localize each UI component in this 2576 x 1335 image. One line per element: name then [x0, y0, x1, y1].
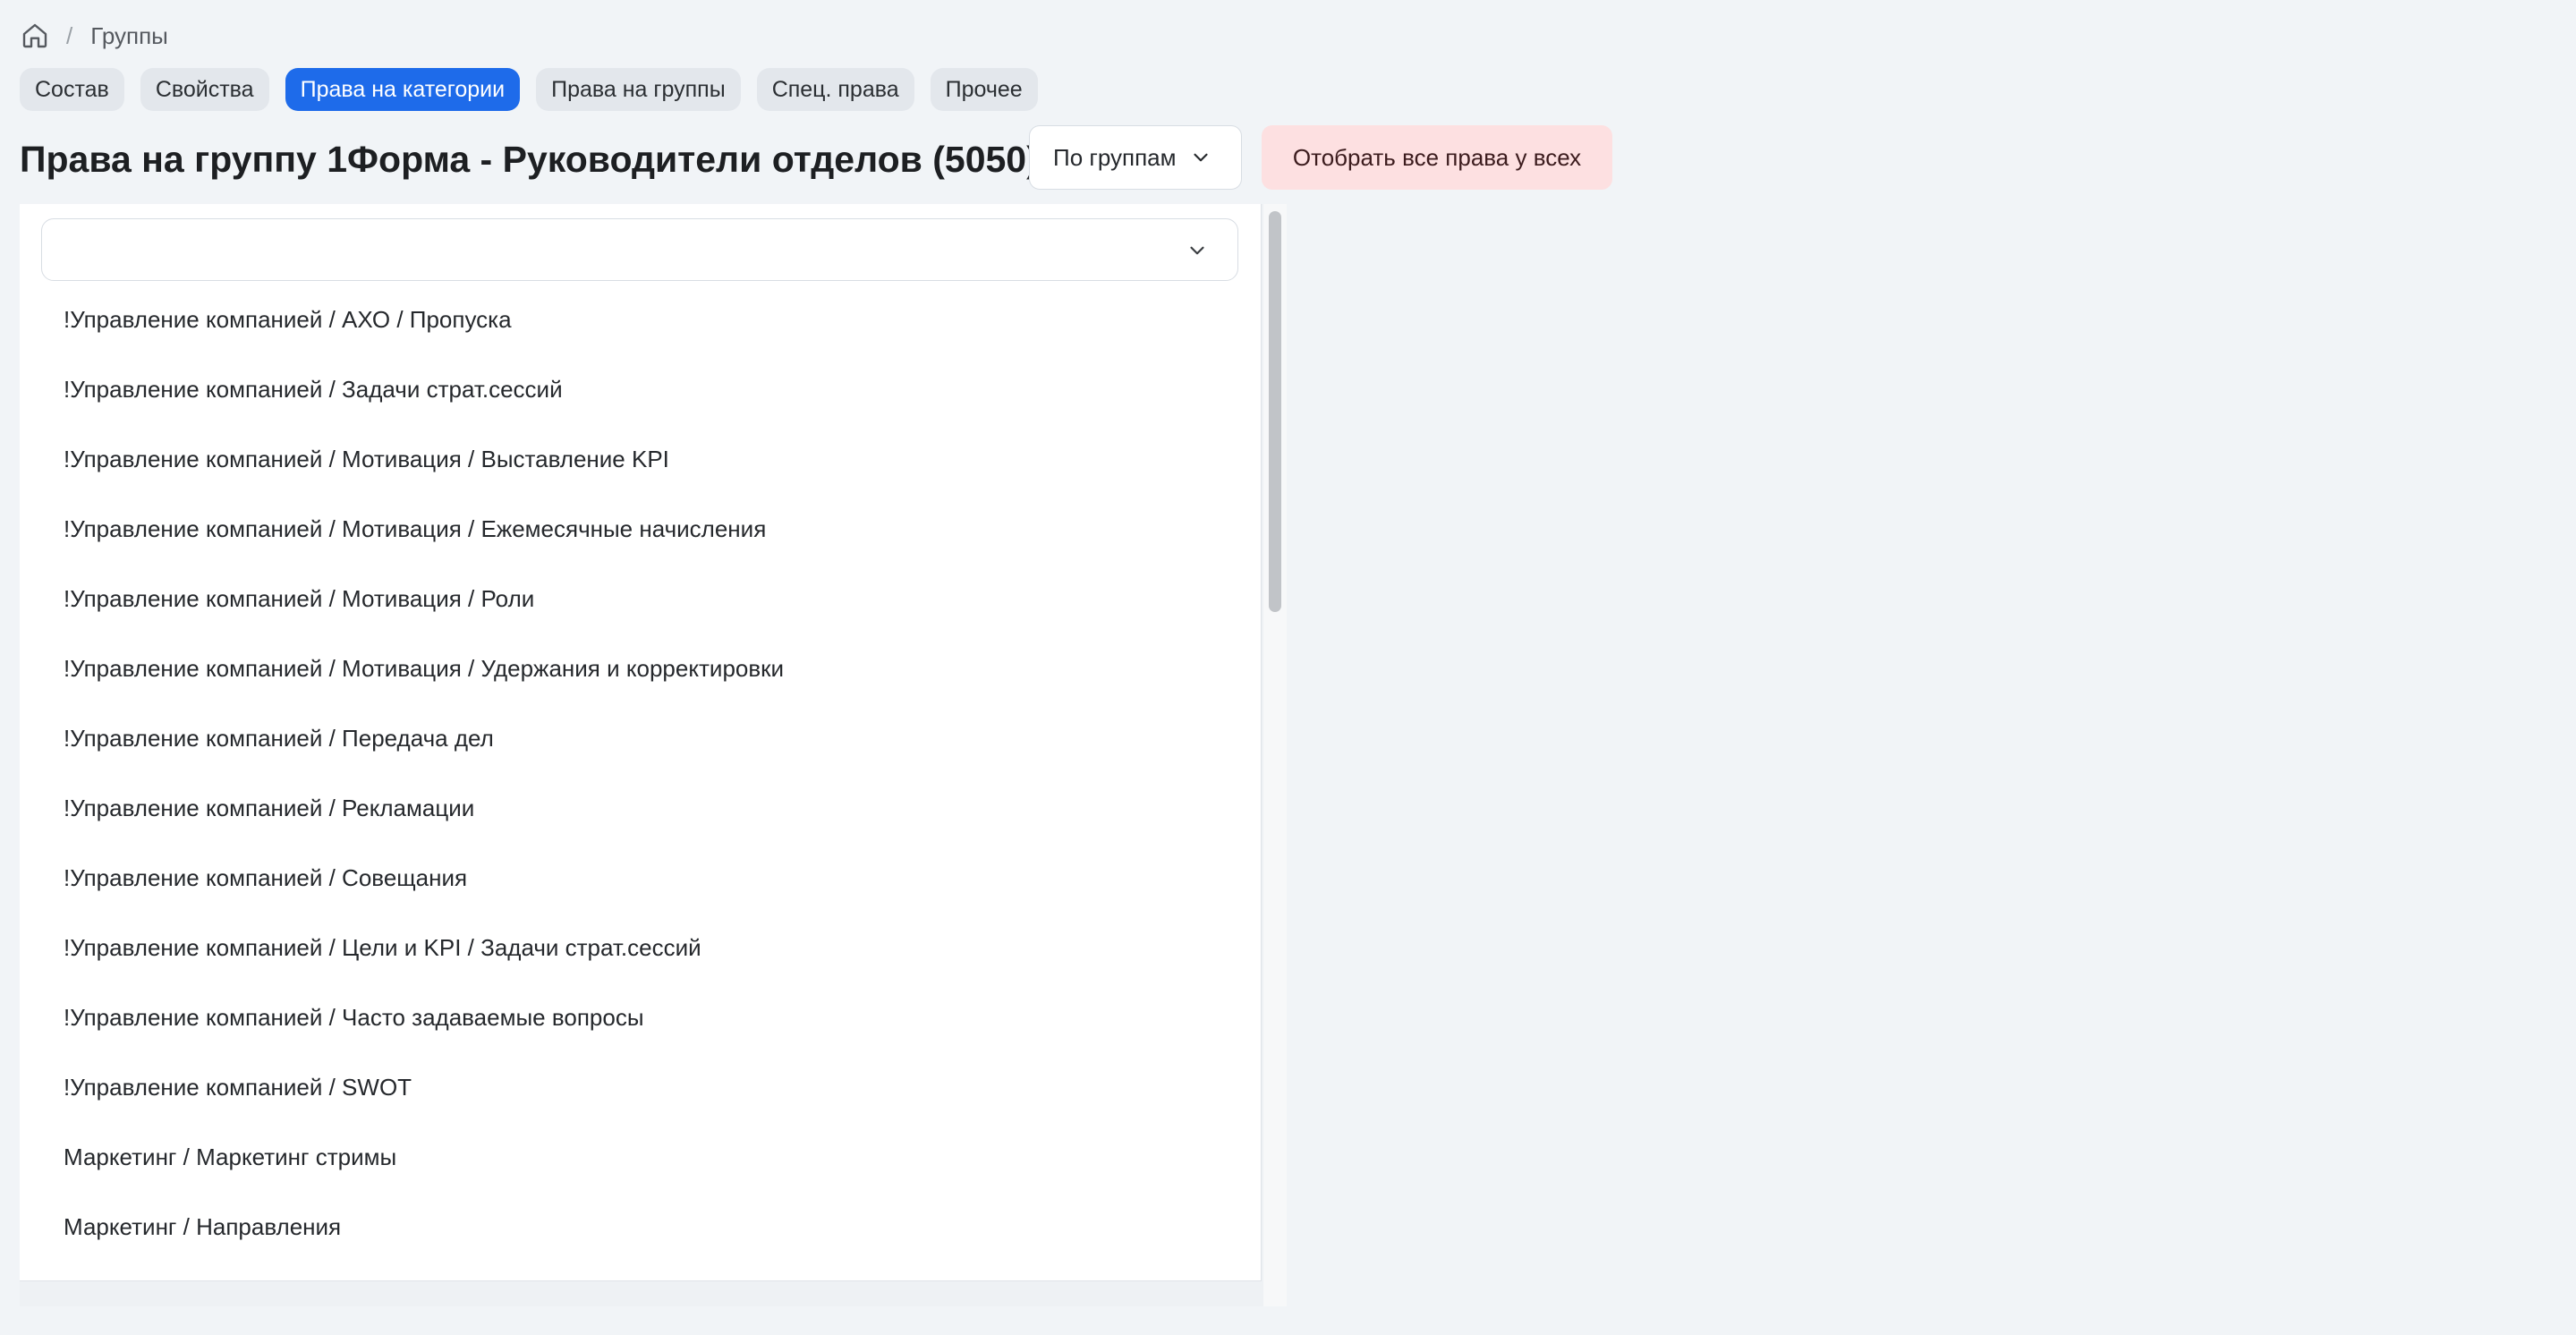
breadcrumb-current: Группы	[90, 21, 168, 49]
list-item[interactable]: Маркетинг / Маркетинг стримы	[20, 1122, 1261, 1192]
revoke-all-rights-button[interactable]: Отобрать все права у всех	[1262, 125, 1612, 190]
list-item[interactable]: !Управление компанией / Мотивация / Роли	[20, 564, 1261, 633]
list-item[interactable]: !Управление компанией / Задачи страт.сес…	[20, 354, 1261, 424]
list-item[interactable]: !Управление компанией / Рекламации	[20, 773, 1261, 843]
list-item[interactable]: !Управление компанией / Мотивация / Удер…	[20, 633, 1261, 703]
list-item[interactable]: !Управление компанией / SWOT	[20, 1052, 1261, 1122]
tab-group-rights[interactable]: Права на группы	[536, 68, 741, 111]
category-select[interactable]	[41, 218, 1238, 281]
tab-properties[interactable]: Свойства	[140, 68, 269, 111]
tab-composition[interactable]: Состав	[20, 68, 124, 111]
tab-other[interactable]: Прочее	[930, 68, 1038, 111]
list-item[interactable]: Маркетинг / Направления	[20, 1192, 1261, 1262]
list-item[interactable]: !Управление компанией / Цели и KPI / Зад…	[20, 913, 1261, 982]
tab-bar: Состав Свойства Права на категории Права…	[20, 68, 1038, 111]
categories-panel: !Управление компанией / АХО / Пропуска !…	[20, 204, 1287, 1306]
list-item[interactable]: !Управление компанией / Часто задаваемые…	[20, 982, 1261, 1052]
list-item[interactable]: !Управление компанией / Мотивация / Выст…	[20, 424, 1261, 494]
home-icon[interactable]	[20, 21, 50, 51]
grouping-mode-select[interactable]: По группам	[1029, 125, 1242, 190]
tab-category-rights[interactable]: Права на категории	[285, 68, 521, 111]
chevron-down-icon	[1186, 239, 1209, 267]
page-title: Права на группу 1Форма - Руководители от…	[20, 139, 1039, 180]
grouping-mode-value: По группам	[1053, 143, 1177, 171]
list-item[interactable]: !Управление компанией / Передача дел	[20, 703, 1261, 773]
chevron-down-icon	[1189, 146, 1212, 169]
list-item[interactable]: !Управление компанией / АХО / Пропуска	[20, 285, 1261, 354]
categories-list-container: !Управление компанией / АХО / Пропуска !…	[20, 204, 1262, 1281]
category-list: !Управление компанией / АХО / Пропуска !…	[20, 285, 1261, 1262]
tab-special-rights[interactable]: Спец. права	[756, 68, 914, 111]
scrollbar-thumb[interactable]	[1269, 211, 1281, 612]
breadcrumb-separator: /	[66, 21, 73, 49]
list-item[interactable]: !Управление компанией / Мотивация / Ежем…	[20, 494, 1261, 564]
breadcrumb: / Группы	[20, 18, 168, 54]
list-item[interactable]: !Управление компанией / Совещания	[20, 843, 1261, 913]
